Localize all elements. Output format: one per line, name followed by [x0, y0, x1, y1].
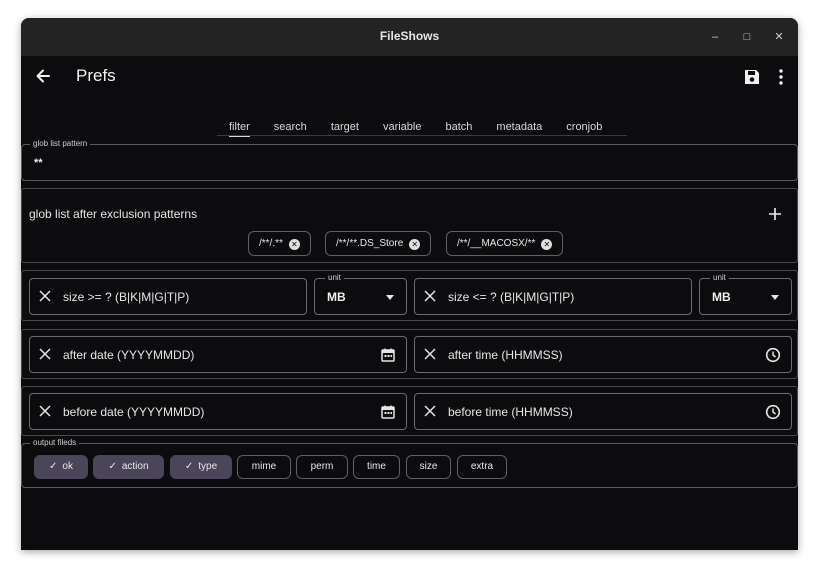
dropdown-arrow-icon — [771, 295, 779, 300]
filter-chip-action[interactable]: ✓ action — [93, 455, 164, 479]
chip-label: time — [367, 461, 386, 472]
window-title: FileShows — [379, 29, 440, 43]
exclusion-chip[interactable]: /**/.** ✕ — [248, 231, 311, 256]
minimize-button[interactable]: – — [706, 28, 724, 46]
output-fields-legend: output fileds — [30, 438, 80, 448]
chip-label: type — [198, 461, 218, 472]
chip-label: mime — [251, 461, 277, 472]
clear-icon[interactable] — [38, 404, 52, 418]
after-time-field[interactable]: after time (HHMMSS) — [414, 336, 792, 373]
filter-chip-time[interactable]: time — [353, 455, 400, 479]
remove-chip-icon[interactable]: ✕ — [409, 239, 421, 250]
before-section: before date (YYYYMMDD) before time (HHMM… — [21, 386, 798, 436]
clear-icon[interactable] — [38, 289, 52, 303]
check-icon: ✓ — [184, 461, 194, 472]
back-arrow-icon[interactable] — [33, 66, 53, 86]
unit-legend: unit — [710, 273, 729, 283]
filter-chip-type[interactable]: ✓ type — [170, 455, 232, 479]
chip-label: /**/__MACOSX/** — [457, 238, 536, 249]
check-icon: ✓ — [49, 461, 58, 472]
clock-icon[interactable] — [765, 347, 781, 363]
more-vert-icon[interactable] — [777, 68, 785, 86]
glob-list-field[interactable]: glob list pattern ** — [21, 139, 798, 181]
tab-variable[interactable]: variable — [371, 121, 434, 139]
maximize-button[interactable]: □ — [738, 28, 756, 46]
filter-chip-ok[interactable]: ✓ ok — [34, 455, 88, 479]
after-time-label: after time (HHMMSS) — [448, 348, 563, 362]
tab-metadata[interactable]: metadata — [484, 121, 554, 139]
after-section: after date (YYYYMMDD) after time (HHMMSS… — [21, 329, 798, 379]
size-min-field[interactable]: size >= ? (B|K|M|G|T|P) — [29, 278, 307, 315]
unit-legend: unit — [325, 273, 344, 283]
exclusion-chip[interactable]: /**/__MACOSX/** ✕ — [446, 231, 564, 256]
glob-list-legend: glob list pattern — [30, 139, 91, 149]
size-min-unit-value: MB — [327, 290, 346, 304]
filter-chip-mime[interactable]: mime — [237, 455, 291, 479]
chip-label: /**/**.DS_Store — [336, 238, 404, 249]
chip-label: perm — [310, 461, 334, 472]
remove-chip-icon[interactable]: ✕ — [288, 239, 300, 250]
exclusion-section: glob list after exclusion patterns /**/.… — [21, 188, 798, 263]
chip-label: action — [121, 461, 149, 472]
tab-search[interactable]: search — [262, 121, 319, 139]
after-date-label: after date (YYYYMMDD) — [63, 348, 195, 362]
before-time-field[interactable]: before time (HHMMSS) — [414, 393, 792, 430]
size-max-unit-select[interactable]: unit MB — [699, 273, 792, 315]
output-fields-chips: ✓ ok ✓ action ✓ type mime perm time size ex… — [34, 455, 514, 479]
size-max-field[interactable]: size <= ? (B|K|M|G|T|P) — [414, 278, 692, 315]
tab-cronjob[interactable]: cronjob — [554, 121, 614, 139]
page-title: Prefs — [76, 66, 116, 85]
add-icon[interactable] — [768, 207, 782, 221]
exclusion-chips: /**/.** ✕ /**/**.DS_Store ✕ /**/__MACOSX/*… — [248, 231, 588, 256]
size-min-unit-select[interactable]: unit MB — [314, 273, 407, 315]
dropdown-arrow-icon — [386, 295, 394, 300]
tab-divider — [217, 135, 627, 136]
clear-icon[interactable] — [423, 404, 437, 418]
filter-chip-extra[interactable]: extra — [457, 455, 507, 479]
tab-batch[interactable]: batch — [433, 121, 484, 139]
before-time-label: before time (HHMMSS) — [448, 405, 573, 419]
filter-chip-size[interactable]: size — [406, 455, 451, 479]
remove-chip-icon[interactable]: ✕ — [541, 239, 553, 250]
before-date-label: before date (YYYYMMDD) — [63, 405, 205, 419]
exclusion-chip[interactable]: /**/**.DS_Store ✕ — [325, 231, 432, 256]
size-min-label: size >= ? (B|K|M|G|T|P) — [63, 290, 190, 304]
clock-icon[interactable] — [765, 404, 781, 420]
size-section: size >= ? (B|K|M|G|T|P) unit MB size <= … — [21, 270, 798, 321]
tab-target[interactable]: target — [319, 121, 371, 139]
clear-icon[interactable] — [423, 347, 437, 361]
chip-label: /**/.** — [259, 238, 283, 249]
save-icon[interactable] — [743, 68, 761, 86]
app-bar: Prefs — [21, 56, 798, 101]
clear-icon[interactable] — [423, 289, 437, 303]
tab-bar: filter search target variable batch meta… — [217, 121, 614, 141]
exclusion-title: glob list after exclusion patterns — [29, 207, 198, 221]
size-max-label: size <= ? (B|K|M|G|T|P) — [448, 290, 575, 304]
app-window: FileShows – □ ✕ Prefs filter search targ… — [21, 18, 798, 550]
title-bar: FileShows – □ ✕ — [21, 18, 798, 56]
after-date-field[interactable]: after date (YYYYMMDD) — [29, 336, 407, 373]
chip-label: size — [419, 461, 438, 472]
chip-label: extra — [470, 461, 494, 472]
size-max-unit-value: MB — [712, 290, 731, 304]
output-fields-group: output fileds ✓ ok ✓ action ✓ type mime per… — [21, 438, 798, 488]
clear-icon[interactable] — [38, 347, 52, 361]
tab-filter[interactable]: filter — [217, 121, 262, 139]
close-button[interactable]: ✕ — [770, 28, 788, 46]
before-date-field[interactable]: before date (YYYYMMDD) — [29, 393, 407, 430]
chip-label: ok — [62, 461, 73, 472]
filter-chip-perm[interactable]: perm — [296, 455, 348, 479]
calendar-icon[interactable] — [380, 347, 396, 363]
glob-list-value[interactable]: ** — [34, 157, 43, 169]
check-icon: ✓ — [108, 461, 117, 472]
calendar-icon[interactable] — [380, 404, 396, 420]
